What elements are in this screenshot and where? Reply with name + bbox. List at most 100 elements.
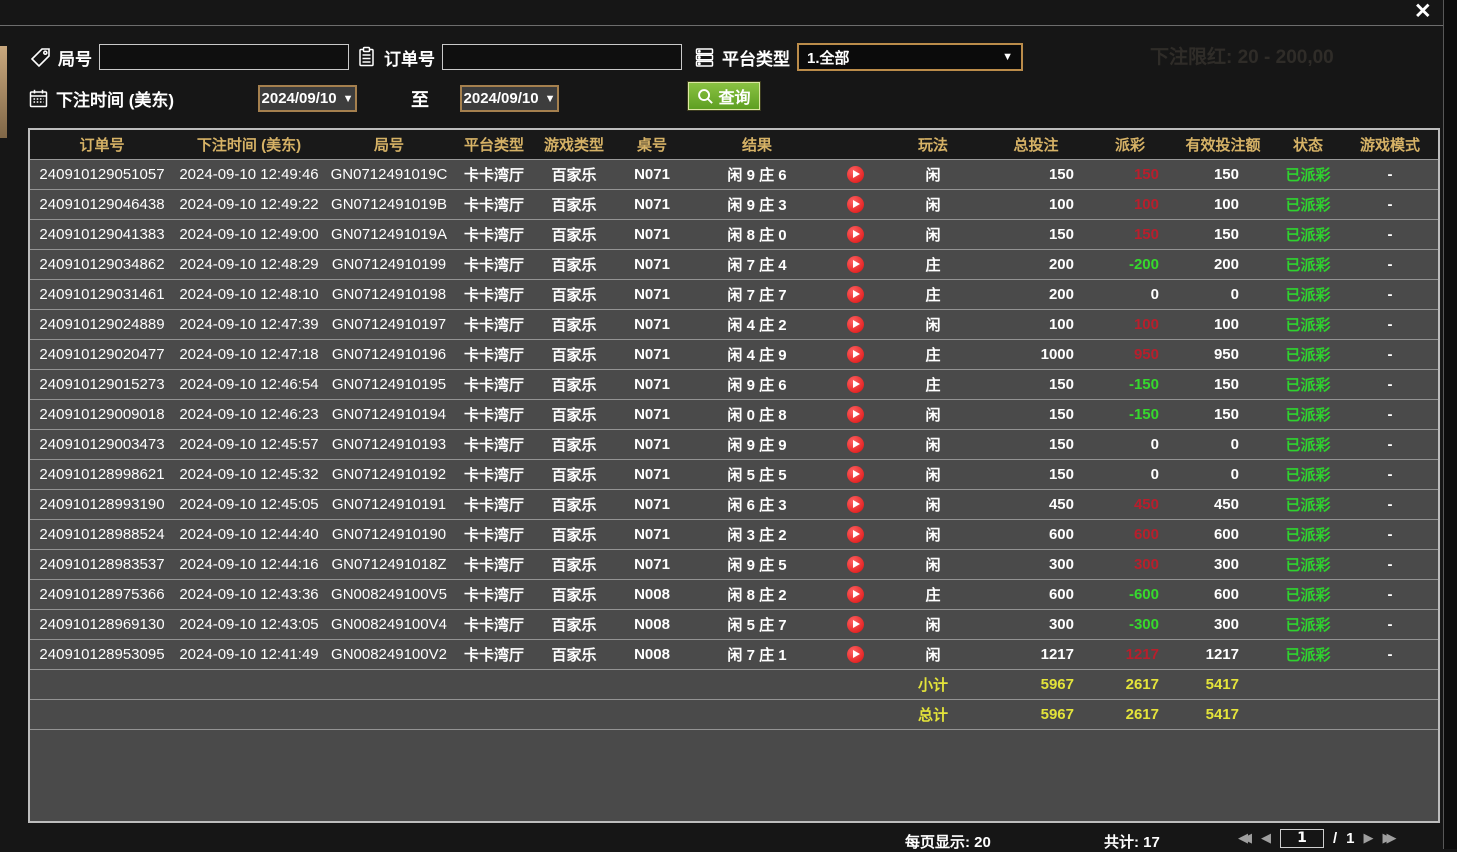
replay-icon[interactable] xyxy=(847,466,864,483)
replay-icon[interactable] xyxy=(847,376,864,393)
cell-platform: 卡卡湾厅 xyxy=(454,370,534,400)
cell-result: 闲 8 庄 0 xyxy=(690,220,824,250)
cell-bet-time: 2024-09-10 12:49:46 xyxy=(174,160,324,190)
replay-icon[interactable] xyxy=(847,166,864,183)
cell-platform: 卡卡湾厅 xyxy=(454,190,534,220)
replay-icon[interactable] xyxy=(847,316,864,333)
cell-game-type: 百家乐 xyxy=(534,610,614,640)
replay-icon[interactable] xyxy=(847,196,864,213)
cell-replay[interactable] xyxy=(824,280,886,310)
cell-replay[interactable] xyxy=(824,490,886,520)
page-number-input[interactable]: 1 xyxy=(1280,829,1324,848)
cell-total-bet: 150 xyxy=(980,160,1092,190)
cell-game-type: 百家乐 xyxy=(534,280,614,310)
cell-play-type: 庄 xyxy=(886,580,980,610)
replay-icon[interactable] xyxy=(847,586,864,603)
cell-table-no: N071 xyxy=(614,310,690,340)
cell-total-bet: 150 xyxy=(980,430,1092,460)
cell-payout: -300 xyxy=(1092,610,1168,640)
cell-valid-bet: 0 xyxy=(1168,460,1278,490)
cell-replay[interactable] xyxy=(824,430,886,460)
pagination: ◀◀ ◀ 1 / 1 ▶ ▶▶ xyxy=(1238,829,1397,848)
replay-icon[interactable] xyxy=(847,556,864,573)
cell-replay[interactable] xyxy=(824,400,886,430)
prev-page-icon[interactable]: ◀ xyxy=(1261,829,1271,848)
cell-result: 闲 4 庄 2 xyxy=(690,310,824,340)
cell-replay[interactable] xyxy=(824,160,886,190)
replay-icon[interactable] xyxy=(847,616,864,633)
cell-order: 240910129003473 xyxy=(30,430,174,460)
total-valid-bet: 5417 xyxy=(1168,700,1278,730)
replay-icon[interactable] xyxy=(847,286,864,303)
platform-select[interactable]: 1.全部 ▼ xyxy=(797,43,1023,71)
cell-table-no: N071 xyxy=(614,550,690,580)
query-button[interactable]: 查询 xyxy=(688,82,760,110)
replay-icon[interactable] xyxy=(847,436,864,453)
cell-total-bet: 1217 xyxy=(980,640,1092,670)
cell-platform: 卡卡湾厅 xyxy=(454,640,534,670)
cell-table-no: N071 xyxy=(614,490,690,520)
game-no-input[interactable] xyxy=(99,44,349,70)
cell-replay[interactable] xyxy=(824,190,886,220)
cell-order: 240910129015273 xyxy=(30,370,174,400)
cell-result: 闲 9 庄 5 xyxy=(690,550,824,580)
next-page-icon[interactable]: ▶ xyxy=(1364,829,1374,848)
cell-replay[interactable] xyxy=(824,340,886,370)
replay-icon[interactable] xyxy=(847,226,864,243)
cell-game-no: GN07124910193 xyxy=(324,430,454,460)
page-separator: / xyxy=(1333,830,1337,847)
cell-replay[interactable] xyxy=(824,610,886,640)
cell-table-no: N071 xyxy=(614,220,690,250)
cell-status: 已派彩 xyxy=(1278,250,1338,280)
cell-replay[interactable] xyxy=(824,460,886,490)
date-to-select[interactable]: 2024/09/10 ▼ xyxy=(460,85,559,112)
cell-platform: 卡卡湾厅 xyxy=(454,280,534,310)
cell-play-type: 闲 xyxy=(886,520,980,550)
right-edge-strip xyxy=(1444,0,1457,849)
cell-bet-time: 2024-09-10 12:45:05 xyxy=(174,490,324,520)
cell-order: 240910129046438 xyxy=(30,190,174,220)
close-icon[interactable]: ✕ xyxy=(1414,1,1432,23)
cell-mode: - xyxy=(1338,340,1440,370)
cell-play-type: 闲 xyxy=(886,220,980,250)
cell-status: 已派彩 xyxy=(1278,460,1338,490)
cell-total-bet: 100 xyxy=(980,190,1092,220)
cell-replay[interactable] xyxy=(824,250,886,280)
cell-payout: -150 xyxy=(1092,370,1168,400)
cell-valid-bet: 300 xyxy=(1168,610,1278,640)
cell-valid-bet: 0 xyxy=(1168,430,1278,460)
cell-replay[interactable] xyxy=(824,310,886,340)
date-from-select[interactable]: 2024/09/10 ▼ xyxy=(258,85,357,112)
cell-table-no: N071 xyxy=(614,460,690,490)
cell-mode: - xyxy=(1338,400,1440,430)
cell-game-type: 百家乐 xyxy=(534,490,614,520)
clipboard-icon xyxy=(356,46,377,68)
cell-replay[interactable] xyxy=(824,520,886,550)
first-page-icon[interactable]: ◀◀ xyxy=(1238,829,1252,848)
cell-game-type: 百家乐 xyxy=(534,520,614,550)
replay-icon[interactable] xyxy=(847,256,864,273)
cell-game-type: 百家乐 xyxy=(534,160,614,190)
cell-replay[interactable] xyxy=(824,580,886,610)
cell-replay[interactable] xyxy=(824,370,886,400)
cell-platform: 卡卡湾厅 xyxy=(454,310,534,340)
order-no-input[interactable] xyxy=(442,44,682,70)
cell-result: 闲 6 庄 3 xyxy=(690,490,824,520)
cell-replay[interactable] xyxy=(824,640,886,670)
cell-mode: - xyxy=(1338,250,1440,280)
replay-icon[interactable] xyxy=(847,526,864,543)
cell-replay[interactable] xyxy=(824,220,886,250)
last-page-icon[interactable]: ▶▶ xyxy=(1383,829,1397,848)
cell-payout: 100 xyxy=(1092,190,1168,220)
cell-status: 已派彩 xyxy=(1278,370,1338,400)
replay-icon[interactable] xyxy=(847,646,864,663)
replay-icon[interactable] xyxy=(847,496,864,513)
cell-valid-bet: 600 xyxy=(1168,580,1278,610)
cell-bet-time: 2024-09-10 12:46:23 xyxy=(174,400,324,430)
cell-status: 已派彩 xyxy=(1278,550,1338,580)
cell-game-no: GN0712491019A xyxy=(324,220,454,250)
col-game-no: 局号 xyxy=(324,130,454,160)
replay-icon[interactable] xyxy=(847,346,864,363)
cell-replay[interactable] xyxy=(824,550,886,580)
replay-icon[interactable] xyxy=(847,406,864,423)
